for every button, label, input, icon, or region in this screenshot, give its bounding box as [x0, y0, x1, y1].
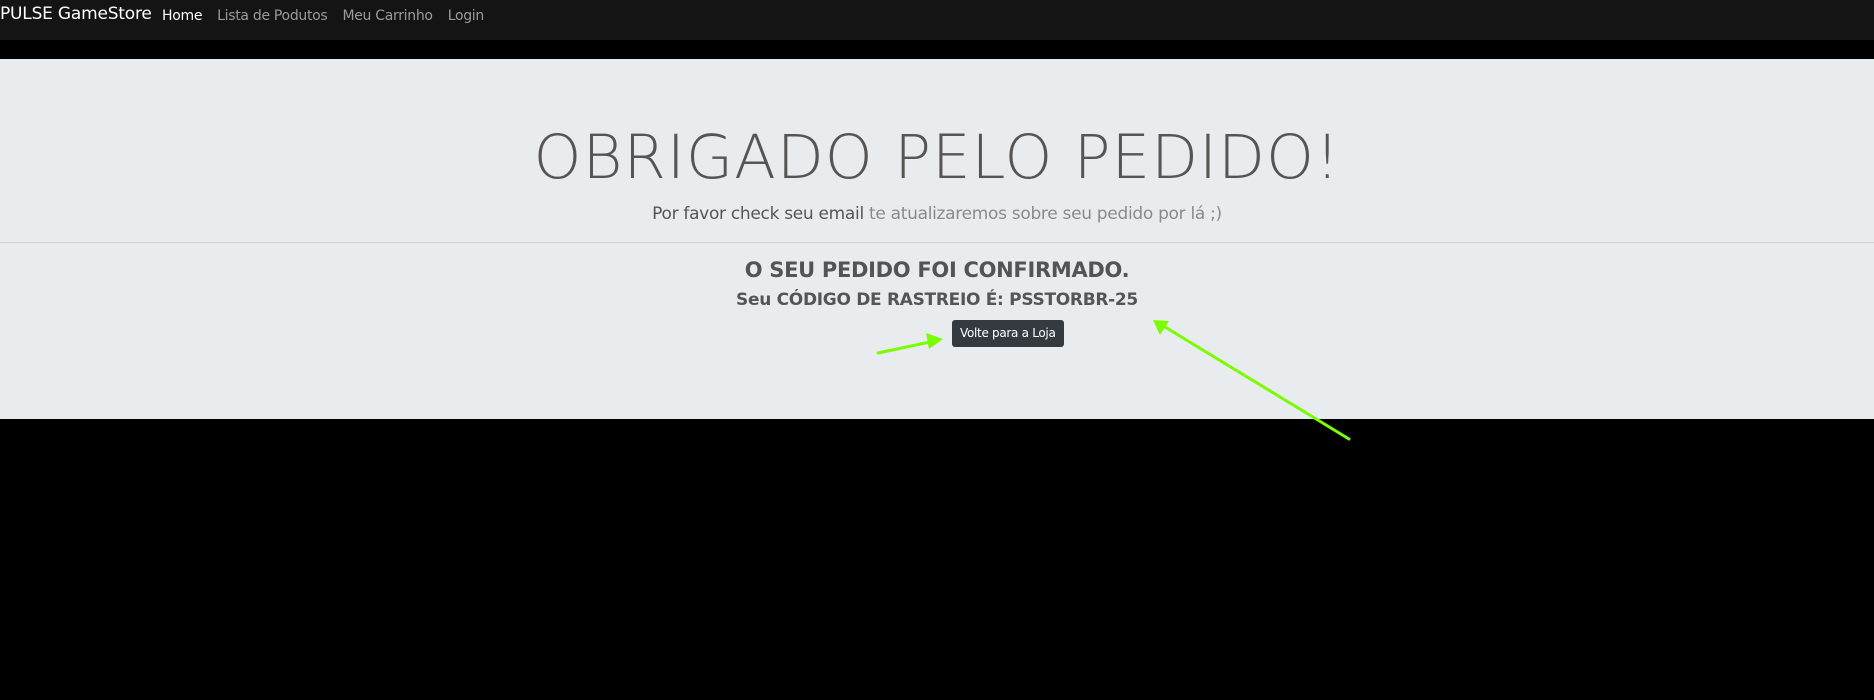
lead-message-strong: Por favor check seu email: [652, 204, 864, 224]
tracking-code-text: Seu CÓDIGO DE RASTREIO É: PSSTORBR-25: [736, 290, 1138, 310]
lead-message-light: te atualizaremos sobre seu pedido por lá…: [863, 204, 1222, 224]
nav-link-home[interactable]: Home: [162, 8, 202, 24]
nav-item-products: Lista de Podutos: [217, 7, 328, 25]
top-navbar: PULSE GameStore Home Lista de Podutos Me…: [0, 0, 1874, 40]
brand-logo-link[interactable]: PULSE GameStore: [0, 4, 152, 24]
page-title: OBRIGADO PELO PEDIDO!: [533, 122, 1341, 193]
order-confirmed-heading: O SEU PEDIDO FOI CONFIRMADO.: [744, 258, 1130, 282]
nav-links: Home Lista de Podutos Meu Carrinho Login: [162, 7, 484, 25]
nav-link-cart[interactable]: Meu Carrinho: [342, 8, 433, 24]
nav-link-login[interactable]: Login: [448, 8, 485, 24]
nav-link-products[interactable]: Lista de Podutos: [217, 8, 328, 24]
nav-item-cart: Meu Carrinho: [342, 7, 433, 25]
lead-message: Por favor check seu email te atualizarem…: [0, 204, 1874, 224]
back-to-store-button[interactable]: Volte para a Loja: [952, 320, 1064, 347]
thank-you-jumbotron: OBRIGADO PELO PEDIDO! Por favor check se…: [0, 59, 1874, 419]
nav-item-home: Home: [162, 7, 202, 25]
nav-item-login: Login: [448, 7, 485, 25]
divider: [0, 242, 1874, 243]
